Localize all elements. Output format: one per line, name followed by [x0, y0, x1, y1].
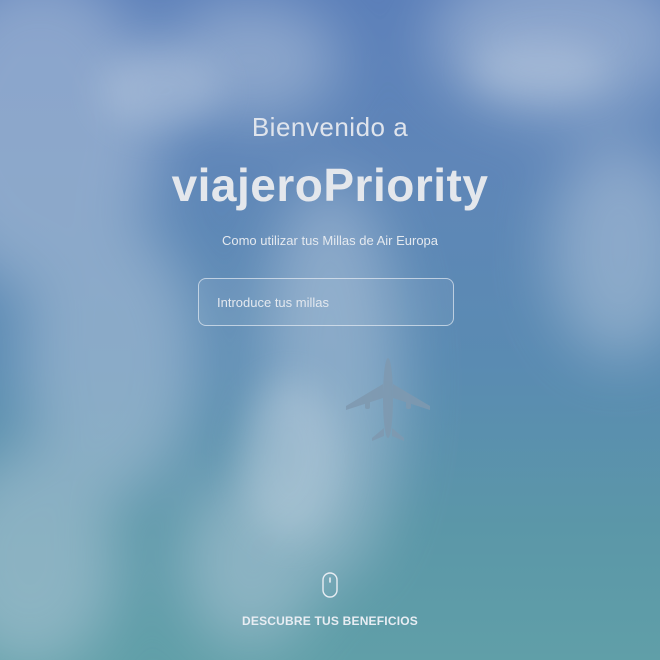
- airplane-icon: [346, 358, 430, 441]
- discover-benefits-link[interactable]: DESCUBRE TUS BENEFICIOS: [230, 572, 430, 636]
- subtitle: Como utilizar tus Millas de Air Europa: [221, 233, 439, 248]
- miles-input[interactable]: [198, 278, 454, 326]
- sky-background: [0, 0, 660, 660]
- cloud-layer: [0, 0, 660, 660]
- discover-benefits-label: DESCUBRE TUS BENEFICIOS: [242, 614, 418, 628]
- mouse-icon: [322, 572, 338, 598]
- hero-section: Bienvenido a viajeroPriority Como utiliz…: [0, 0, 660, 660]
- welcome-heading: Bienvenido a: [251, 112, 409, 142]
- brand-title: viajeroPriority: [171, 159, 489, 211]
